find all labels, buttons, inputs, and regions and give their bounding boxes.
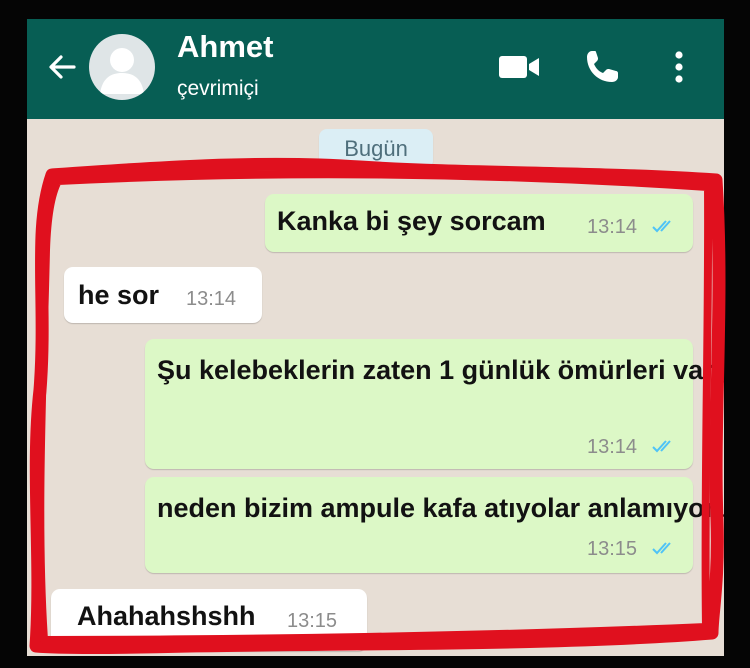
video-call-icon[interactable] [497,47,543,87]
message-bubble-incoming[interactable]: he sor 13:14 [64,267,262,323]
message-time: 13:14 [587,216,638,238]
message-time: 13:14 [587,436,638,458]
contact-status: çevrimiçi [177,77,259,100]
message-bubble-outgoing[interactable]: Şu kelebeklerin zaten 1 günlük ömürleri … [145,339,724,469]
message-time: 13:15 [287,610,338,632]
read-ticks-icon [652,440,671,453]
more-options-icon[interactable] [667,47,691,87]
message-bubble-outgoing[interactable]: Kanka bi şey sorcam 13:14 [265,194,693,252]
message-text: he sor [78,280,160,310]
message-bubble-incoming[interactable]: Ahahahshshh 13:15 [51,589,367,651]
phone-call-icon[interactable] [582,47,622,87]
avatar[interactable] [89,34,155,100]
message-text: neden bizim ampule kafa atıyolar anlamıy… [157,493,724,523]
back-arrow-icon[interactable] [44,49,80,85]
message-bubble-outgoing[interactable]: neden bizim ampule kafa atıyolar anlamıy… [145,477,724,573]
read-ticks-icon [652,542,671,555]
read-ticks-icon [652,220,671,233]
message-text: Şu kelebeklerin zaten 1 günlük ömürleri … [157,355,724,385]
message-text: Ahahahshshh [77,601,256,631]
contact-name[interactable]: Ahmet [177,29,273,65]
chat-header: Ahmet çevrimiçi [27,19,724,119]
avatar-placeholder-icon [100,48,144,94]
message-time: 13:15 [587,538,638,560]
date-chip: Bugün [319,129,433,169]
message-text: Kanka bi şey sorcam [277,206,546,236]
message-time: 13:14 [186,288,237,310]
chat-screen: Ahmet çevrimiçi Bugün Kanka bi şey sorca… [27,19,724,656]
